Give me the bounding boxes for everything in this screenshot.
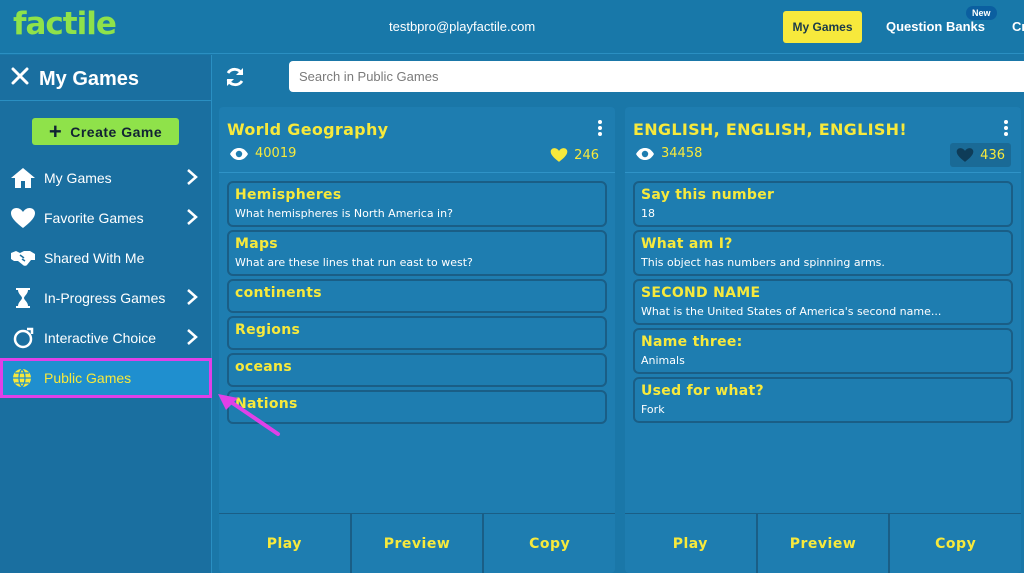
list-item[interactable]: Name three: Animals [633, 328, 1013, 374]
category-title: Name three: [641, 334, 743, 350]
sidebar-item-label: Public Games [44, 370, 132, 386]
category-title: Nations [235, 396, 298, 412]
plus-icon: + [48, 118, 63, 144]
top-bar: factile testbpro@playfactile.com My Game… [0, 0, 1024, 54]
like-button[interactable]: 246 [544, 143, 605, 167]
list-item[interactable]: Hemispheres What hemispheres is North Am… [227, 181, 607, 227]
list-item[interactable]: oceans [227, 353, 607, 387]
copy-button[interactable]: Copy [890, 514, 1021, 573]
sidebar-item-interactive-choice[interactable]: Interactive Choice [0, 318, 212, 358]
view-count: 40019 [229, 146, 296, 161]
category-title: Maps [235, 236, 278, 252]
play-button[interactable]: Play [625, 514, 758, 573]
card-actions: Play Preview Copy [219, 513, 615, 573]
game-card[interactable]: ENGLISH, ENGLISH, ENGLISH! 34458 436 Say… [625, 107, 1021, 573]
game-title[interactable]: ENGLISH, ENGLISH, ENGLISH! [633, 120, 907, 139]
more-options-icon[interactable] [597, 120, 603, 136]
category-question: What is the United States of America's s… [641, 305, 942, 318]
home-icon [11, 168, 35, 188]
user-email: testbpro@playfactile.com [389, 19, 536, 34]
category-title: continents [235, 285, 322, 301]
eye-icon [230, 147, 248, 160]
category-question: Animals [641, 354, 685, 367]
chevron-right-icon [187, 169, 198, 185]
preview-button[interactable]: Preview [758, 514, 891, 573]
question-list: Hemispheres What hemispheres is North Am… [227, 181, 607, 427]
list-item[interactable]: Nations [227, 390, 607, 424]
annotation-arrow-icon [218, 394, 280, 436]
category-question: This object has numbers and spinning arm… [641, 256, 885, 269]
game-card[interactable]: World Geography 40019 246 Hemispheres Wh… [219, 107, 615, 573]
category-question: Fork [641, 403, 665, 416]
view-count: 34458 [635, 146, 702, 161]
sidebar-item-label: My Games [44, 170, 112, 186]
sidebar-item-shared-with-me[interactable]: Shared With Me [0, 238, 212, 278]
sidebar: My Games + Create Game My Games Favorite… [0, 55, 212, 573]
chevron-right-icon [187, 329, 198, 345]
like-count-value: 246 [574, 147, 599, 163]
category-question: 18 [641, 207, 655, 220]
search-input[interactable] [289, 61, 1024, 92]
card-header: World Geography 40019 246 [219, 107, 615, 173]
sidebar-item-public-games[interactable]: Public Games [0, 358, 212, 398]
chevron-right-icon [187, 209, 198, 225]
list-item[interactable]: Regions [227, 316, 607, 350]
card-header: ENGLISH, ENGLISH, ENGLISH! 34458 436 [625, 107, 1021, 173]
category-title: Regions [235, 322, 301, 338]
choice-icon [13, 327, 34, 349]
view-count-value: 34458 [661, 146, 703, 161]
category-question: What are these lines that run east to we… [235, 256, 473, 269]
like-count-value: 436 [980, 147, 1005, 163]
category-title: Say this number [641, 187, 775, 203]
sidebar-item-label: Favorite Games [44, 210, 144, 226]
category-title: SECOND NAME [641, 285, 761, 301]
nav-create-link[interactable]: Cr [1012, 19, 1024, 34]
list-item[interactable]: SECOND NAME What is the United States of… [633, 279, 1013, 325]
create-game-button[interactable]: + Create Game [32, 118, 179, 145]
nav-my-games-button[interactable]: My Games [783, 11, 862, 43]
sidebar-item-in-progress-games[interactable]: In-Progress Games [0, 278, 212, 318]
handshake-icon [11, 251, 35, 266]
new-badge: New [966, 6, 997, 20]
sidebar-item-favorite-games[interactable]: Favorite Games [0, 198, 212, 238]
play-button[interactable]: Play [219, 514, 352, 573]
create-game-label: Create Game [70, 123, 163, 140]
category-title: What am I? [641, 236, 733, 252]
hourglass-icon [16, 288, 30, 308]
category-question: What hemispheres is North America in? [235, 207, 453, 220]
heart-icon [550, 148, 568, 162]
heart-icon [956, 148, 974, 162]
more-options-icon[interactable] [1003, 120, 1009, 136]
list-item[interactable]: What am I? This object has numbers and s… [633, 230, 1013, 276]
list-item[interactable]: Used for what? Fork [633, 377, 1013, 423]
sidebar-header: My Games [0, 55, 212, 101]
list-item[interactable]: Maps What are these lines that run east … [227, 230, 607, 276]
list-item[interactable]: continents [227, 279, 607, 313]
category-title: Hemispheres [235, 187, 342, 203]
factile-logo[interactable]: factile [13, 6, 117, 42]
list-item[interactable]: Say this number 18 [633, 181, 1013, 227]
close-icon[interactable] [11, 67, 29, 85]
question-list: Say this number 18 What am I? This objec… [633, 181, 1013, 426]
sidebar-item-label: In-Progress Games [44, 290, 166, 306]
game-title[interactable]: World Geography [227, 120, 388, 139]
eye-icon [636, 147, 654, 160]
heart-icon [11, 208, 35, 228]
like-button[interactable]: 436 [950, 143, 1011, 167]
sidebar-item-label: Shared With Me [44, 250, 145, 266]
sidebar-title: My Games [39, 68, 140, 90]
card-actions: Play Preview Copy [625, 513, 1021, 573]
view-count-value: 40019 [255, 146, 297, 161]
nav-question-banks-link[interactable]: Question Banks [886, 19, 985, 34]
preview-button[interactable]: Preview [352, 514, 485, 573]
chevron-right-icon [187, 289, 198, 305]
globe-icon [13, 368, 31, 388]
category-title: oceans [235, 359, 292, 375]
sidebar-item-my-games[interactable]: My Games [0, 158, 212, 198]
copy-button[interactable]: Copy [484, 514, 615, 573]
category-title: Used for what? [641, 383, 764, 399]
sidebar-item-label: Interactive Choice [44, 330, 157, 346]
refresh-icon[interactable] [224, 66, 246, 88]
